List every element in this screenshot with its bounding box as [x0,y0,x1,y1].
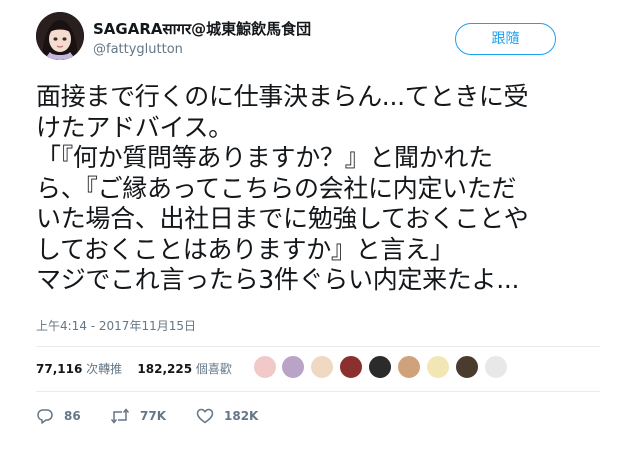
heart-icon [196,408,214,424]
tweet-line: しておくことはありますか』と言え」 [36,234,455,264]
display-name[interactable]: SAGARAसागर@城東鯨飲馬食団 [93,19,311,39]
like-count: 182K [224,409,259,423]
tweet-card: SAGARAसागर@城東鯨飲馬食団 @fattyglutton 跟隨 面接まで… [0,0,628,456]
like-button[interactable]: 182K [196,406,258,426]
liker-avatar[interactable] [368,355,392,379]
reply-button[interactable]: 86 [36,406,81,426]
divider [36,346,600,347]
retweets-label[interactable]: 次轉推 [86,362,122,376]
retweet-count: 77K [140,409,166,423]
liker-avatar[interactable] [253,355,277,379]
liker-avatar[interactable] [310,355,334,379]
likes-label[interactable]: 個喜歡 [196,362,232,376]
user-handle[interactable]: @fattyglutton [93,41,311,59]
reply-icon [37,409,53,424]
tweet-line: 面接まで行くのに仕事決まらん...てときに受 [36,82,529,111]
retweet-button[interactable]: 77K [110,406,166,426]
timestamp[interactable]: 上午4:14 - 2017年11月15日 [36,318,196,334]
tweet-text: 面接まで行くのに仕事決まらん...てときに受 けたアドバイス。 「『何か質問等あ… [36,82,616,296]
follow-button[interactable]: 跟隨 [455,23,556,55]
tweet-line: ら、『ご縁あってこちらの会社に内定いただ [36,173,517,203]
retweet-icon [110,408,130,424]
tweet-line: マジでこれ言ったら3件ぐらい内定来たよ... [36,265,520,294]
liker-avatar[interactable] [455,355,479,379]
retweets-count[interactable]: 77,116 [36,362,82,376]
user-info: SAGARAसागर@城東鯨飲馬食団 @fattyglutton [93,19,311,59]
liker-avatar[interactable] [484,355,508,379]
divider [36,391,600,392]
tweet-line: いた場合、出社日までに勉強しておくことや [36,204,529,233]
tweet-line: けたアドバイス。 [36,112,233,142]
liker-avatar[interactable] [426,355,450,379]
avatar[interactable] [36,12,84,60]
likes-count[interactable]: 182,225 [137,362,192,376]
liker-avatar[interactable] [339,355,363,379]
liker-avatar[interactable] [397,355,421,379]
liker-avatar[interactable] [281,355,305,379]
engagement-stats: 77,116 次轉推 182,225 個喜歡 [36,361,232,377]
reply-count: 86 [64,409,81,423]
avatar-image [36,12,84,60]
tweet-line: 「『何か質問等ありますか？』と聞かれた [36,143,493,172]
